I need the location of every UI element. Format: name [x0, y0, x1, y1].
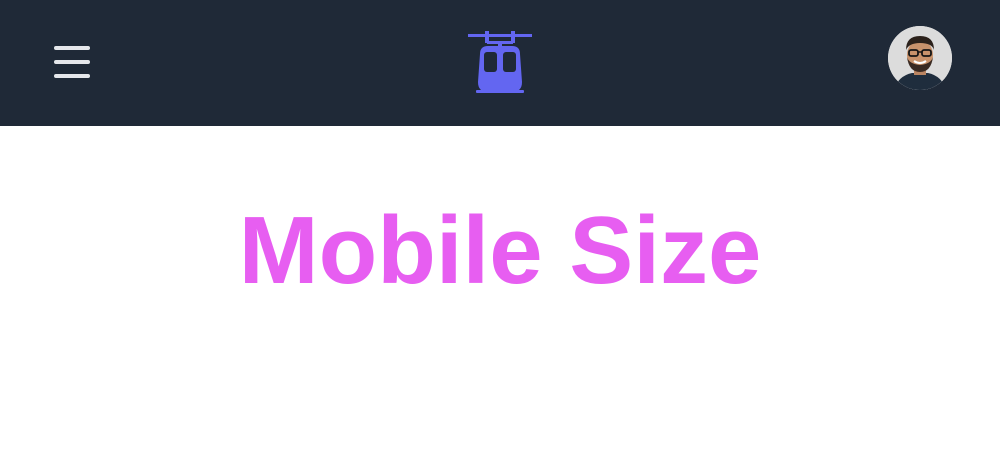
top-navbar	[0, 0, 1000, 126]
user-avatar-image	[888, 26, 952, 90]
logo[interactable]	[466, 30, 534, 96]
main-content: Mobile Size	[0, 126, 1000, 454]
page-title: Mobile Size	[238, 197, 762, 304]
user-avatar[interactable]	[888, 26, 952, 90]
cable-car-icon	[468, 31, 532, 93]
hamburger-menu-icon	[54, 46, 90, 78]
menu-button[interactable]	[48, 40, 96, 84]
